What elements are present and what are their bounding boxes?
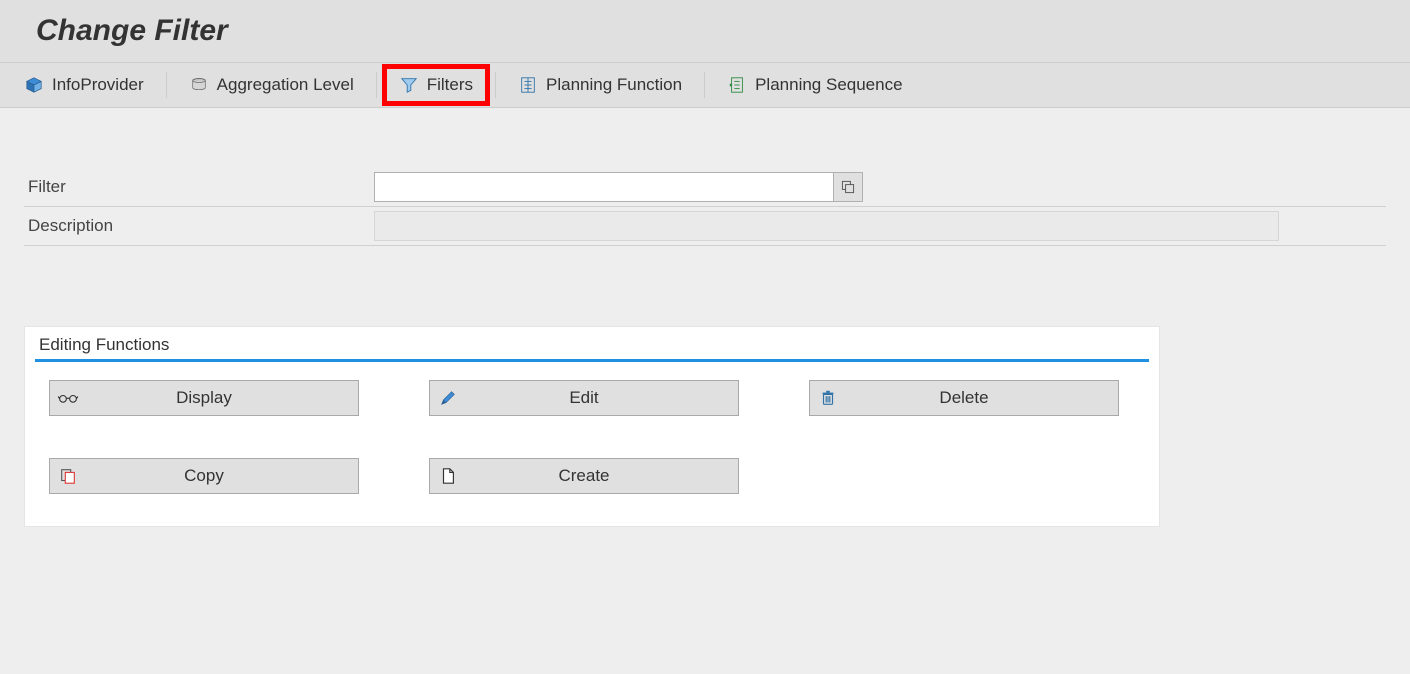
toolbar-item-info-provider[interactable]: InfoProvider — [10, 67, 158, 103]
description-label: Description — [24, 216, 374, 236]
button-label: Edit — [440, 388, 728, 408]
filter-label: Filter — [24, 177, 374, 197]
toolbar-item-label: InfoProvider — [52, 75, 144, 95]
toolbar-divider — [495, 72, 496, 98]
filter-input-wrap — [374, 172, 863, 202]
planning-sequence-icon — [727, 75, 747, 95]
pencil-icon — [438, 388, 458, 408]
toolbar-item-aggregation-level[interactable]: Aggregation Level — [175, 67, 368, 103]
edit-button[interactable]: Edit — [429, 380, 739, 416]
toolbar-divider — [376, 72, 377, 98]
planning-function-icon — [518, 75, 538, 95]
description-readonly — [374, 211, 1279, 241]
aggregation-icon — [189, 75, 209, 95]
content-area: Filter Description Editing Functions — [0, 108, 1410, 551]
copy-button[interactable]: Copy — [49, 458, 359, 494]
glasses-icon — [58, 388, 78, 408]
editing-functions-group: Editing Functions Display — [24, 326, 1160, 527]
toolbar-item-filters[interactable]: Filters — [385, 67, 487, 103]
toolbar-item-label: Filters — [427, 75, 473, 95]
new-document-icon — [438, 466, 458, 486]
toolbar-item-label: Planning Sequence — [755, 75, 902, 95]
create-button[interactable]: Create — [429, 458, 739, 494]
button-label: Create — [440, 466, 728, 486]
app-toolbar: InfoProvider Aggregation Level Filters — [0, 63, 1410, 108]
page-title: Change Filter — [36, 14, 1390, 48]
group-title: Editing Functions — [25, 327, 1159, 359]
toolbar-item-label: Planning Function — [546, 75, 682, 95]
filter-input[interactable] — [374, 172, 834, 202]
toolbar-item-label: Aggregation Level — [217, 75, 354, 95]
filter-icon — [399, 75, 419, 95]
toolbar-item-planning-function[interactable]: Planning Function — [504, 67, 696, 103]
toolbar-divider — [166, 72, 167, 98]
description-field-row: Description — [24, 207, 1386, 246]
group-divider — [35, 359, 1149, 362]
value-help-button[interactable] — [833, 172, 863, 202]
trash-icon — [818, 388, 838, 408]
button-label: Copy — [60, 466, 348, 486]
display-button[interactable]: Display — [49, 380, 359, 416]
button-label: Display — [60, 388, 348, 408]
filter-field-row: Filter — [24, 168, 1386, 207]
toolbar-divider — [704, 72, 705, 98]
button-label: Delete — [820, 388, 1108, 408]
button-row-2: Copy Create — [25, 452, 1159, 500]
copy-icon — [58, 466, 78, 486]
button-row-1: Display Edit — [25, 374, 1159, 422]
cube-icon — [24, 75, 44, 95]
title-bar: Change Filter — [0, 0, 1410, 63]
value-help-icon — [840, 177, 856, 197]
delete-button[interactable]: Delete — [809, 380, 1119, 416]
toolbar-item-planning-sequence[interactable]: Planning Sequence — [713, 67, 916, 103]
